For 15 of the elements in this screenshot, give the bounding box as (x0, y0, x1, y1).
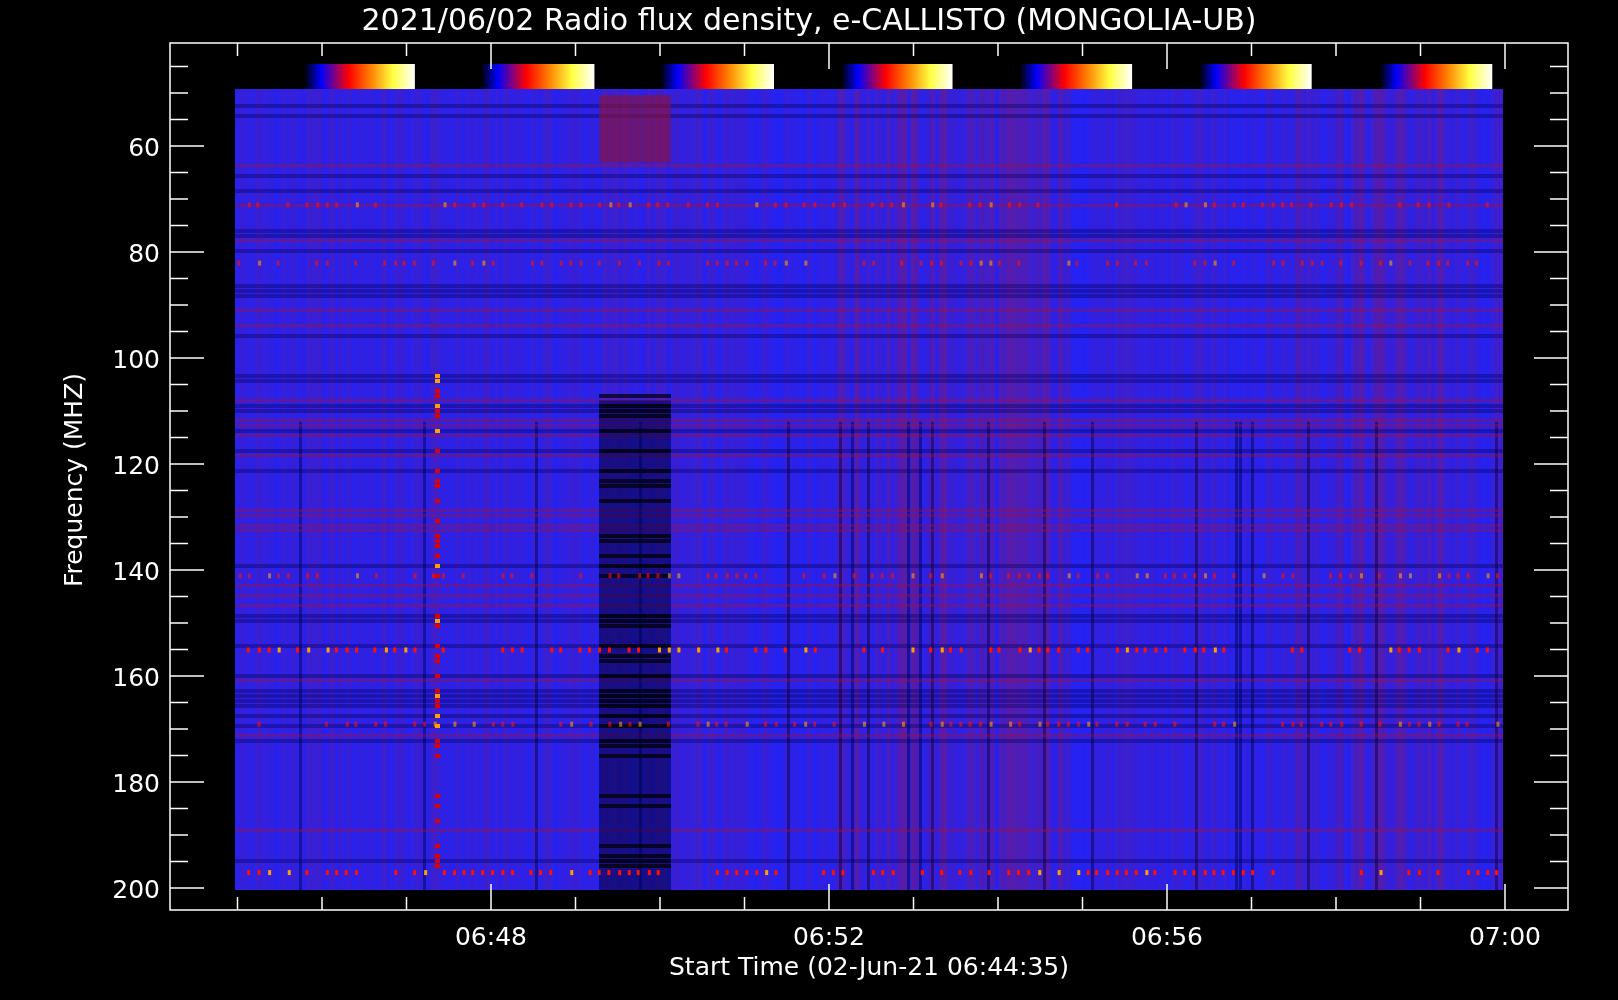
y-axis-label: Frequency (MHZ) (59, 372, 88, 588)
y-tick-label: 200 (112, 875, 160, 904)
y-tick-label: 180 (112, 769, 160, 798)
x-axis-label: Start Time (02-Jun-21 06:44:35) (669, 952, 1069, 981)
x-tick-label: 06:48 (455, 922, 527, 951)
y-tick-label: 60 (128, 133, 160, 162)
y-tick-label: 100 (112, 345, 160, 374)
y-tick-label: 160 (112, 663, 160, 692)
plot-title: 2021/06/02 Radio flux density, e-CALLISTO (MONGOLIA-UB) (361, 2, 1257, 37)
y-tick-label: 120 (112, 451, 160, 480)
y-tick-label: 80 (128, 239, 160, 268)
x-tick-label: 07:00 (1469, 922, 1541, 951)
x-tick-label: 06:56 (1131, 922, 1203, 951)
y-tick-label: 140 (112, 557, 160, 586)
x-tick-label: 06:52 (793, 922, 865, 951)
